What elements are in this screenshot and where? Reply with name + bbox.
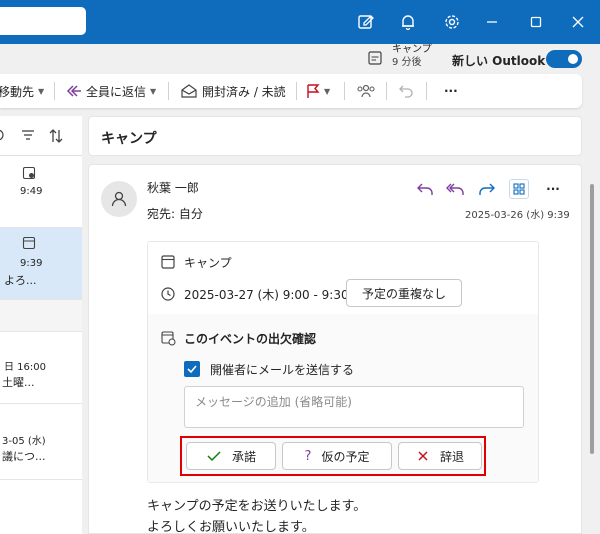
ribbon-divider [168,82,169,100]
person-icon [111,191,127,207]
list-item-preview: 土曜... [2,376,35,389]
undo-icon [399,85,413,98]
filter-icon[interactable] [20,128,36,142]
reply-icon[interactable] [415,179,435,199]
move-to-label: 移動先 [0,84,35,99]
minimize-icon[interactable] [480,10,504,34]
tentative-button[interactable]: ? 仮の予定 [282,442,392,470]
recipient-line: 宛先: 自分 [147,207,203,221]
more-actions-icon[interactable]: ··· [543,179,563,199]
ribbon-divider [296,82,297,100]
move-to-button[interactable]: 移動先 ▼ [0,74,44,108]
read-unread-label: 開封済み / 未読 [202,84,286,99]
reading-pane: 秋葉 一郎 宛先: 自分 ··· 2025-03-26 (水) 9:39 キャン… [88,164,582,534]
filter-circle-icon[interactable] [0,128,8,142]
more-options-button[interactable]: ··· [444,74,458,108]
conflict-status-button[interactable]: 予定の重複なし [346,279,462,307]
list-item[interactable]: 日 16:00 土曜... [0,332,82,404]
new-outlook-toggle[interactable] [546,50,582,68]
checkmark-icon [207,451,221,462]
reply-all-label: 全員に返信 [86,84,147,99]
event-time: 2025-03-27 (木) 9:00 - 9:30 [184,288,349,302]
flag-button[interactable]: ▼ [306,74,330,108]
maximize-icon[interactable] [524,10,548,34]
message-body-line: よろしくお願いいたします。 [147,520,315,534]
sender-name[interactable]: 秋葉 一郎 [147,179,199,196]
calendar-icon [368,51,382,65]
envelope-open-icon [181,84,197,98]
status-row: キャンプ 9 分後 新しい Outlook [0,44,600,74]
list-item-preview: よろ... [4,274,37,287]
new-outlook-label: 新しい Outlook [452,54,546,68]
message-body-line: キャンプの予定をお送りいたします。 [147,499,367,514]
ribbon-divider [386,82,387,100]
checkmark-icon [187,365,197,374]
clock-icon [161,287,175,301]
ribbon-divider [344,82,345,100]
decline-label: 辞退 [439,449,464,464]
tentative-label: 仮の予定 [321,449,370,464]
chevron-down-icon: ▼ [324,86,331,96]
groups-button[interactable] [356,74,376,108]
compose-note-icon[interactable] [354,10,378,34]
reply-all-icon[interactable] [445,179,465,199]
grid-view-icon[interactable] [509,179,529,199]
calendar-check-icon [22,166,36,180]
rsvp-message-input[interactable]: メッセージの追加 (省略可能) [184,386,524,428]
calendar-icon [22,236,36,250]
subject-header: キャンプ [88,116,582,156]
meeting-invite-card: キャンプ 2025-03-27 (木) 9:00 - 9:30 予定の重複なし … [147,241,539,483]
undo-button[interactable] [398,74,414,108]
sort-icon[interactable] [48,128,64,144]
close-icon [418,451,428,461]
chevron-down-icon: ▼ [38,86,45,96]
flag-icon [307,84,320,98]
message-list-pane: 9:49 9:39 よろ... 日 16:00 土曜... 3-05 (水) 議… [0,116,82,534]
forward-icon[interactable] [477,179,497,199]
close-icon[interactable] [566,10,590,34]
list-item[interactable]: 9:49 [0,156,82,228]
list-item-time: 9:49 [20,186,43,197]
reply-all-button[interactable]: 全員に返信 ▼ [64,74,156,108]
mark-read-unread-button[interactable]: 開封済み / 未読 [180,74,286,108]
calendar-icon [161,255,175,269]
list-item-time: 9:39 [20,258,43,269]
question-mark-icon: ? [304,448,312,464]
next-event-title[interactable]: キャンプ [392,44,432,56]
ribbon-divider [426,82,427,100]
search-input[interactable] [0,7,86,35]
send-email-checkbox[interactable] [184,361,200,377]
gear-icon[interactable] [440,10,464,34]
title-bar [0,0,600,44]
people-group-icon [357,84,375,98]
calendar-rsvp-icon [161,331,176,346]
list-item-preview: 議につ... [2,450,46,463]
list-item-date: 日 16:00 [4,362,46,373]
message-subject: キャンプ [101,131,157,147]
next-event-time[interactable]: 9 分後 [392,57,422,69]
reply-all-icon [66,85,81,97]
list-item-selected[interactable]: 9:39 よろ... [0,228,82,300]
rsvp-title: このイベントの出欠確認 [184,332,317,346]
message-date: 2025-03-26 (水) 9:39 [465,210,570,221]
accept-label: 承諾 [231,449,256,464]
decline-button[interactable]: 辞退 [398,442,482,470]
avatar[interactable] [101,181,137,217]
ribbon-divider [54,82,55,100]
ribbon-toolbar: 移動先 ▼ 全員に返信 ▼ 開封済み / 未読 ▼ ··· [0,74,582,108]
list-item-date: 3-05 (水) [2,436,46,447]
event-title: キャンプ [184,256,232,270]
bell-icon[interactable] [396,10,420,34]
accept-button[interactable]: 承諾 [186,442,276,470]
list-header [0,116,82,156]
reading-pane-scrollbar[interactable] [590,184,594,454]
list-separator [0,300,82,332]
chevron-down-icon: ▼ [150,86,157,96]
send-email-label[interactable]: 開催者にメールを送信する [210,361,354,378]
list-item[interactable]: 3-05 (水) 議につ... [0,404,82,480]
